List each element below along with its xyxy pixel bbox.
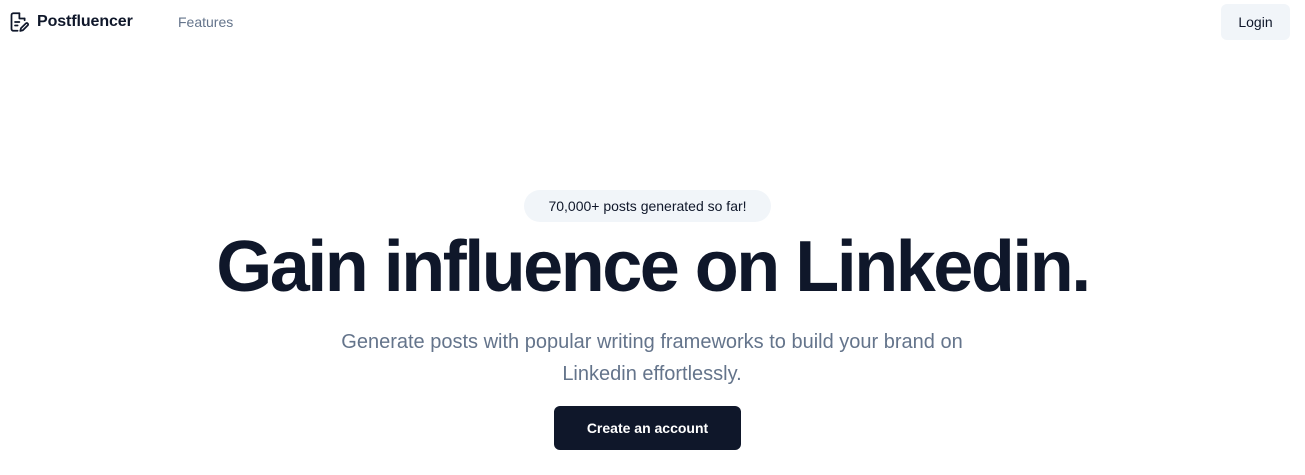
posts-count-badge: 70,000+ posts generated so far! — [524, 190, 771, 222]
brand-logo-link[interactable]: Postfluencer — [8, 11, 133, 33]
login-button[interactable]: Login — [1221, 4, 1290, 40]
top-navbar: Postfluencer Features Login — [0, 0, 1305, 44]
hero-subheadline: Generate posts with popular writing fram… — [341, 331, 963, 385]
hero-headline: Gain influence on Linkedin. — [216, 227, 1091, 307]
pen-document-icon — [10, 12, 29, 32]
create-account-button[interactable]: Create an account — [554, 406, 741, 450]
brand-name: Postfluencer — [37, 13, 133, 30]
nav-link-features[interactable]: Features — [178, 14, 233, 30]
